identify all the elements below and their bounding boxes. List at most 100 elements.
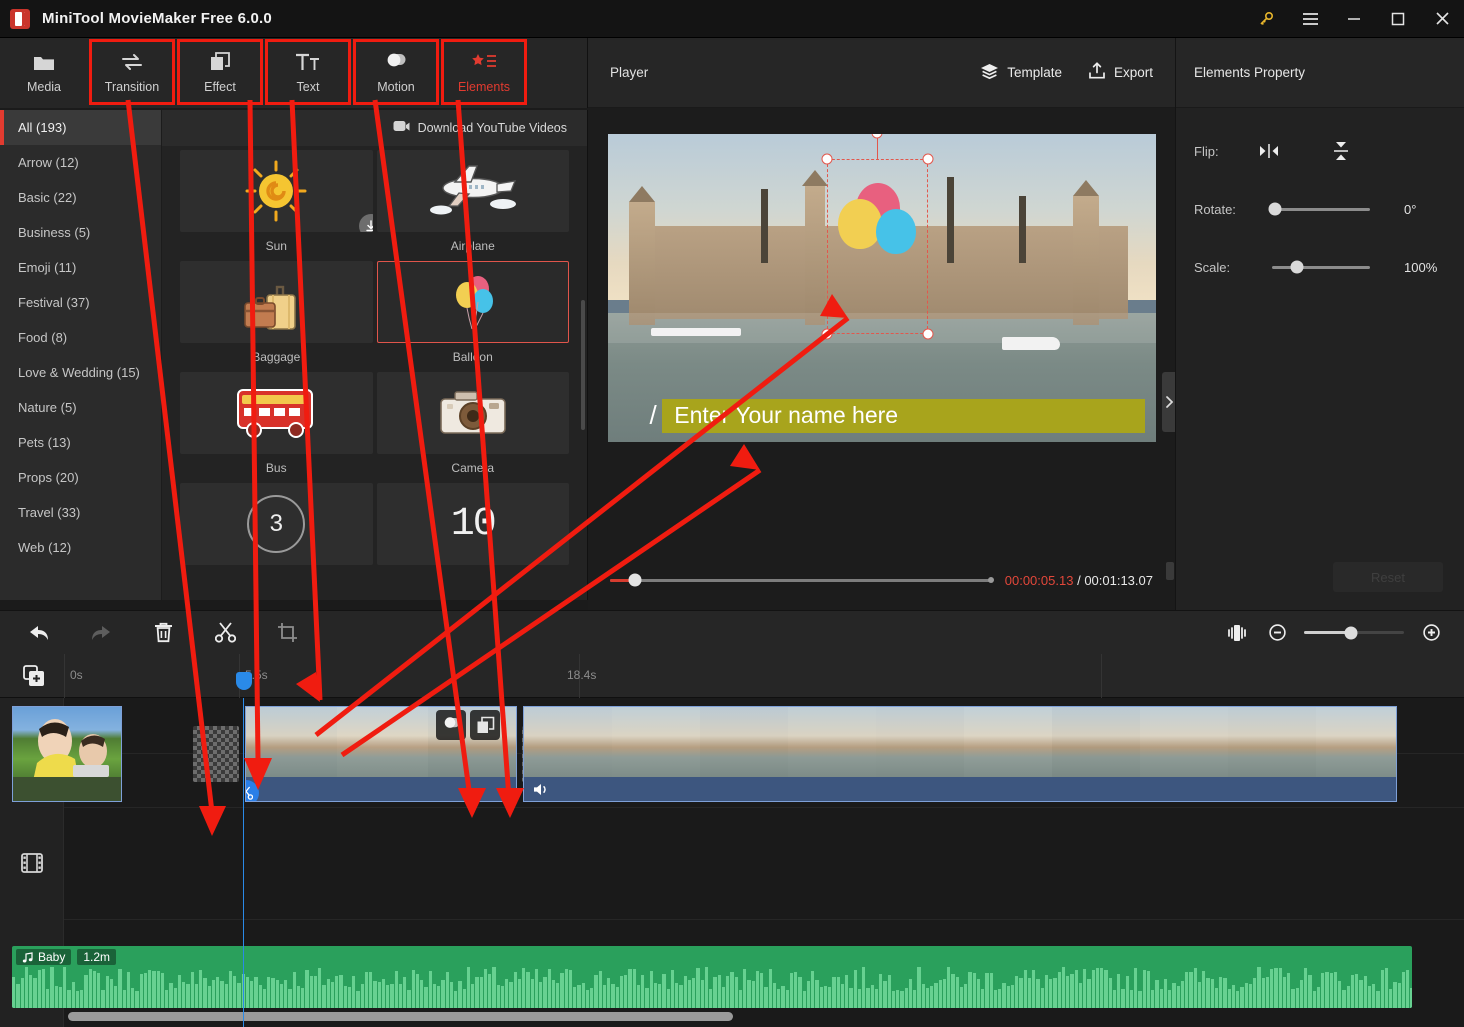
tab-effect[interactable]: Effect (176, 38, 264, 106)
video-clip-1[interactable] (12, 706, 122, 802)
audio-clip-baby[interactable]: Baby 1.2m (12, 946, 1412, 1008)
player-drag-handle[interactable] (1166, 562, 1174, 580)
maximize-icon[interactable] (1376, 0, 1420, 38)
category-food[interactable]: Food (8) (0, 320, 161, 355)
waveform-bar (488, 973, 492, 1008)
flip-horizontal-icon[interactable] (1256, 138, 1282, 164)
element-item-bus[interactable]: Bus (180, 372, 373, 483)
template-button[interactable]: Template (980, 63, 1062, 83)
menu-icon[interactable] (1288, 0, 1332, 38)
element-thumbnail[interactable] (180, 150, 373, 232)
zoom-knob[interactable] (1344, 626, 1358, 639)
video-clip-2[interactable] (245, 706, 517, 802)
category-arrow[interactable]: Arrow (12) (0, 145, 161, 180)
category-business[interactable]: Business (5) (0, 215, 161, 250)
tab-transition[interactable]: Transition (88, 38, 176, 106)
minimize-icon[interactable] (1332, 0, 1376, 38)
waveform-bar (177, 975, 181, 1008)
waveform-bar (972, 972, 976, 1008)
element-thumbnail[interactable] (180, 261, 373, 343)
tab-elements[interactable]: Elements (440, 38, 528, 106)
element-item-airplane[interactable]: Airplane (376, 150, 569, 261)
export-button[interactable]: Export (1088, 62, 1153, 83)
caption-overlay[interactable]: Enter Your name here (662, 398, 1145, 433)
download-icon[interactable] (358, 214, 373, 232)
panel-collapse-toggle[interactable] (1162, 372, 1176, 432)
elements-grid-scrollbar[interactable] (581, 300, 585, 430)
video-clip-3[interactable] (523, 706, 1397, 802)
timeline-horizontal-scrollbar[interactable] (68, 1012, 733, 1021)
scale-slider[interactable] (1272, 260, 1370, 274)
tab-media[interactable]: Media (0, 38, 88, 106)
effect-badge-icon[interactable] (470, 710, 500, 740)
add-media-icon[interactable] (22, 664, 46, 688)
element-category-list[interactable]: All (193) Arrow (12) Basic (22) Business… (0, 110, 162, 600)
handle-top-left[interactable] (821, 153, 833, 165)
tab-motion[interactable]: Motion (352, 38, 440, 106)
category-web[interactable]: Web (12) (0, 530, 161, 565)
category-all[interactable]: All (193) (0, 110, 161, 145)
close-icon[interactable] (1420, 0, 1464, 38)
element-thumbnail[interactable] (180, 372, 373, 454)
folder-icon (33, 50, 55, 74)
handle-top-right[interactable] (922, 153, 934, 165)
video-preview[interactable]: / Enter Your name here (607, 134, 1156, 442)
zoom-out-icon[interactable] (1264, 620, 1290, 646)
category-pets[interactable]: Pets (13) (0, 425, 161, 460)
scale-knob[interactable] (1290, 260, 1303, 274)
balloon-element[interactable] (838, 183, 917, 261)
timeline-tracks: Track2 Track1 Balloon 5.8s (0, 672, 1464, 1027)
clip-volume-icon[interactable] (531, 778, 553, 800)
element-thumbnail[interactable] (376, 261, 569, 343)
element-selection-box[interactable] (821, 134, 934, 340)
seek-knob[interactable] (628, 573, 642, 587)
zoom-in-icon[interactable] (1418, 620, 1444, 646)
crop-icon[interactable] (274, 620, 300, 646)
waveform-bar (1384, 968, 1388, 1008)
element-item-baggage[interactable]: Baggage (180, 261, 373, 372)
redo-icon[interactable] (88, 620, 114, 646)
rotate-knob[interactable] (1268, 202, 1282, 216)
element-item-camera[interactable]: Camera (376, 372, 569, 483)
category-emoji[interactable]: Emoji (11) (0, 250, 161, 285)
element-thumbnail[interactable] (376, 372, 569, 454)
motion-badge-icon[interactable] (436, 710, 466, 740)
timeline-zoom-slider[interactable] (1304, 626, 1404, 639)
element-item-countdown-3[interactable]: 3 (180, 483, 373, 594)
timeline-playhead[interactable] (235, 672, 252, 1027)
handle-bottom-left[interactable] (821, 328, 833, 340)
category-travel[interactable]: Travel (33) (0, 495, 161, 530)
element-thumbnail[interactable]: 3 (180, 483, 373, 565)
ruler-track[interactable]: 0s 5.5s 18.4s (64, 654, 1464, 698)
handle-bottom-right[interactable] (922, 328, 934, 340)
category-festival[interactable]: Festival (37) (0, 285, 161, 320)
category-basic[interactable]: Basic (22) (0, 180, 161, 215)
transition-placeholder-1[interactable] (193, 726, 239, 782)
ruler-tick-0: 0s (70, 668, 83, 682)
rotate-slider[interactable] (1268, 202, 1370, 216)
waveform-bar (335, 975, 339, 1008)
download-youtube-button[interactable]: Download YouTube Videos (162, 110, 587, 146)
element-thumbnail[interactable]: 10 (376, 483, 569, 565)
playhead-knob[interactable] (235, 672, 252, 690)
category-nature[interactable]: Nature (5) (0, 390, 161, 425)
element-item-sun[interactable]: Sun (180, 150, 373, 261)
category-love-wedding[interactable]: Love & Wedding (15) (0, 355, 161, 390)
split-icon[interactable] (212, 620, 238, 646)
undo-icon[interactable] (26, 620, 52, 646)
element-item-balloon[interactable]: Balloon (376, 261, 569, 372)
element-thumbnail[interactable] (376, 150, 569, 232)
seek-slider[interactable] (610, 573, 994, 587)
category-props[interactable]: Props (20) (0, 460, 161, 495)
reset-button[interactable]: Reset (1333, 562, 1443, 592)
fit-to-screen-icon[interactable] (1224, 620, 1250, 646)
key-icon[interactable] (1244, 0, 1288, 38)
waveform-bar (441, 980, 445, 1008)
category-label: Web (12) (18, 540, 72, 555)
waveform-bar (262, 989, 266, 1008)
tab-text[interactable]: Text (264, 38, 352, 106)
waveform-bar (496, 984, 500, 1008)
flip-vertical-icon[interactable] (1328, 138, 1354, 164)
element-item-countdown-10[interactable]: 10 (376, 483, 569, 594)
delete-icon[interactable] (150, 620, 176, 646)
